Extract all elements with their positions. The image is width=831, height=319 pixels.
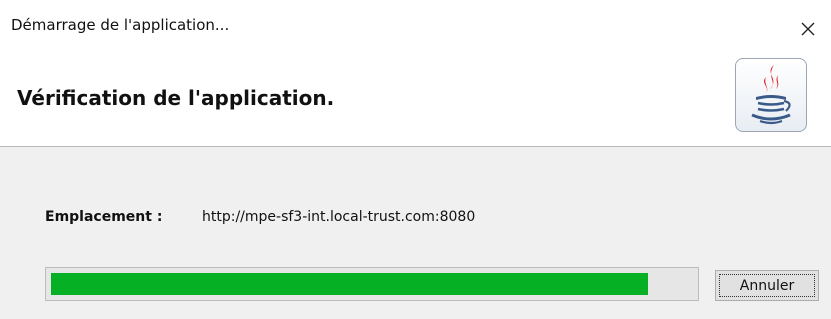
dialog-header: Vérification de l'application. — [0, 58, 831, 147]
java-coffee-cup-icon — [751, 65, 791, 125]
header-title: Vérification de l'application. — [17, 86, 335, 110]
title-bar: Démarrage de l'application... — [0, 0, 831, 58]
location-label: Emplacement : — [45, 209, 163, 225]
app-launch-dialog: Démarrage de l'application... Vérificati… — [0, 0, 831, 319]
progress-fill — [51, 273, 648, 295]
cancel-button-label: Annuler — [739, 277, 795, 294]
progress-bar — [45, 267, 699, 301]
cancel-button[interactable]: Annuler — [715, 270, 819, 301]
location-url: http://mpe-sf3-int.local-trust.com:8080 — [202, 209, 476, 225]
window-title: Démarrage de l'application... — [11, 16, 230, 34]
close-button[interactable] — [785, 0, 831, 58]
java-logo — [735, 58, 807, 132]
close-icon — [801, 22, 815, 36]
dialog-body: Emplacement : http://mpe-sf3-int.local-t… — [0, 147, 831, 319]
